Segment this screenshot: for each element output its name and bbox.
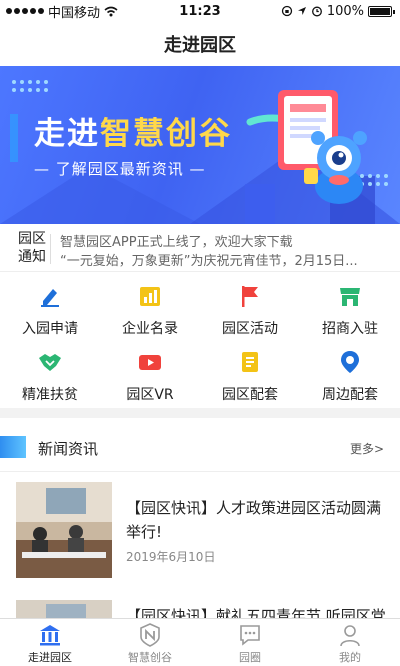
- tab-label: 走进园区: [28, 651, 72, 664]
- tab-mine[interactable]: 我的: [300, 619, 400, 666]
- menu-item-company-directory[interactable]: 企业名录: [100, 274, 200, 340]
- meeting-photo-illustration: [16, 482, 112, 578]
- menu-item-park-facilities[interactable]: 园区配套: [200, 340, 300, 406]
- menu-item-admission-application[interactable]: 入园申请: [0, 274, 100, 340]
- menu-item-label: 园区VR: [126, 387, 174, 403]
- news-item-date: 2019年6月10日: [126, 550, 216, 564]
- notice-tag: 园区 通知: [18, 230, 48, 266]
- park-notice-ticker[interactable]: 园区 通知 智慧园区APP正式上线了，欢迎大家下载 “一元复始，万象更新”为庆祝…: [0, 224, 400, 272]
- banner-subtitle: — 了解园区最新资讯 —: [34, 160, 206, 178]
- menu-item-label: 招商入驻: [322, 321, 378, 337]
- menu-item-poverty-alleviation[interactable]: 精准扶贫: [0, 340, 100, 406]
- news-item-title: 【园区快讯】献礼五四青年节 听园区党: [126, 607, 386, 618]
- menu-item-label: 入园申请: [22, 321, 78, 337]
- menu-item-label: 园区活动: [222, 321, 278, 337]
- tab-label: 我的: [339, 651, 361, 664]
- news-thumbnail: [16, 482, 112, 578]
- section-accent-bar: [0, 436, 26, 458]
- shield-logo-icon: [140, 623, 160, 647]
- menu-item-park-vr[interactable]: 园区VR: [100, 340, 200, 406]
- news-section: 新闻资讯 更多> 【园区快讯】人才政策进园区活动圆满举行! 2019年6月10日: [0, 418, 400, 618]
- menu-item-label: 周边配套: [322, 387, 378, 403]
- news-list-item[interactable]: 【园区快讯】人才政策进园区活动圆满举行! 2019年6月10日: [0, 482, 400, 592]
- news-section-title: 新闻资讯: [38, 440, 99, 458]
- notice-item[interactable]: “一元复始，万象更新”为庆祝元宵佳节，2月15日...: [60, 250, 390, 269]
- news-header: 新闻资讯 更多>: [0, 418, 400, 472]
- quick-menu-grid: 入园申请 企业名录 园区活动 招商入驻 精准扶贫 园区VR 园区配套 周边配套: [0, 272, 400, 408]
- video-camera-icon: [139, 355, 161, 370]
- menu-item-park-events[interactable]: 园区活动: [200, 274, 300, 340]
- location-pin-icon: [341, 351, 359, 373]
- notice-item[interactable]: 智慧园区APP正式上线了，欢迎大家下载: [60, 231, 390, 250]
- location-arrow-icon: [297, 7, 306, 15]
- banner-title-white: 走进: [34, 116, 100, 151]
- decorative-dots: [12, 80, 48, 92]
- robot-mascot-icon: [304, 131, 367, 204]
- menu-item-investment[interactable]: 招商入驻: [300, 274, 400, 340]
- bar-chart-icon: [140, 287, 160, 306]
- status-bar: 中国移动 11:23 100%: [0, 0, 400, 22]
- alarm-icon: [311, 6, 322, 17]
- flag-icon: [242, 286, 258, 307]
- news-list-item[interactable]: 【园区快讯】献礼五四青年节 听园区党: [0, 592, 400, 618]
- chat-bubble-icon: [240, 625, 260, 646]
- news-more-link[interactable]: 更多>: [350, 440, 384, 457]
- rotation-lock-icon: [281, 5, 292, 17]
- pen-icon: [41, 289, 59, 307]
- news-thumbnail: [16, 600, 112, 618]
- menu-item-label: 企业名录: [122, 321, 178, 337]
- menu-item-nearby-facilities[interactable]: 周边配套: [300, 340, 400, 406]
- bottom-tab-bar: 走进园区 智慧创谷 园圈 我的: [0, 618, 400, 666]
- document-icon: [242, 352, 258, 372]
- tab-label: 园圈: [239, 651, 261, 664]
- page-title: 走进园区: [164, 35, 236, 56]
- tab-label: 智慧创谷: [128, 651, 172, 664]
- store-icon: [340, 288, 360, 306]
- banner-title-highlight: 智慧创谷: [100, 116, 232, 151]
- status-right: 100%: [281, 3, 395, 19]
- notice-tag-line1: 园区: [18, 231, 46, 247]
- building-icon: [40, 625, 60, 646]
- battery-percent: 100%: [326, 3, 364, 19]
- user-icon: [340, 625, 360, 647]
- news-photo-illustration: [16, 600, 112, 618]
- notice-divider: [50, 234, 51, 264]
- page-header: 走进园区: [0, 22, 400, 66]
- promo-banner[interactable]: 走进智慧创谷 — 了解园区最新资讯 —: [0, 66, 400, 224]
- tab-enter-park[interactable]: 走进园区: [0, 619, 100, 666]
- notice-tag-line2: 通知: [18, 249, 46, 265]
- battery-icon: [368, 5, 395, 17]
- menu-item-label: 园区配套: [222, 387, 278, 403]
- tab-circle[interactable]: 园圈: [200, 619, 300, 666]
- menu-item-label: 精准扶贫: [22, 387, 78, 403]
- news-item-title: 【园区快讯】人才政策进园区活动圆满举行!: [126, 499, 382, 541]
- tab-smart-valley[interactable]: 智慧创谷: [100, 619, 200, 666]
- handshake-icon: [39, 354, 61, 371]
- banner-title: 走进智慧创谷: [34, 108, 232, 153]
